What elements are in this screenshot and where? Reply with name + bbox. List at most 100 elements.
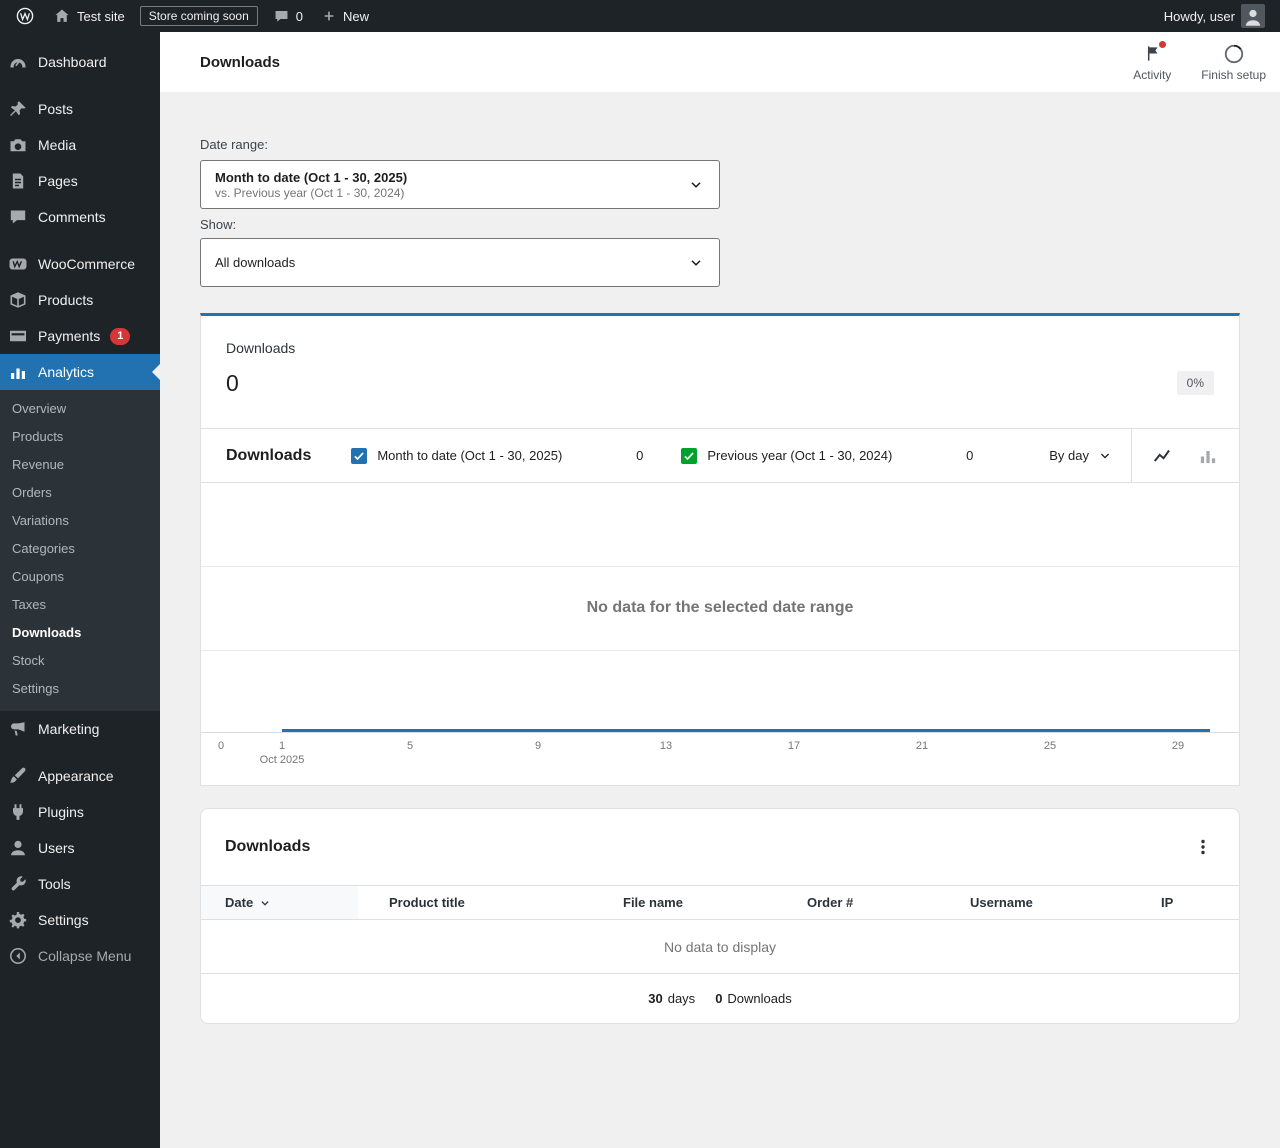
table-title: Downloads — [225, 838, 311, 855]
x-tick: 5 — [406, 740, 414, 752]
finish-setup-button[interactable]: Finish setup — [1201, 43, 1266, 82]
sidebar-item-plugins[interactable]: Plugins — [0, 794, 160, 830]
column-label: Order # — [807, 895, 854, 910]
sidebar-item-label: Dashboard — [38, 54, 107, 70]
sidebar-item-label: Tools — [38, 876, 71, 892]
date-range-select[interactable]: Month to date (Oct 1 - 30, 2025) vs. Pre… — [200, 160, 720, 209]
column-header-date[interactable]: Date — [201, 886, 358, 919]
pin-icon — [8, 99, 28, 119]
howdy-menu[interactable]: Howdy, user — [1155, 0, 1274, 32]
summary-row: 0 0% — [226, 370, 1214, 396]
sidebar-item-comments[interactable]: Comments — [0, 199, 160, 235]
sidebar-item-label: Analytics — [38, 364, 95, 380]
finish-setup-label: Finish setup — [1201, 67, 1266, 82]
site-menu[interactable]: Test site — [44, 0, 134, 32]
howdy-text: Howdy, user — [1163, 8, 1235, 24]
bar-chart-type-button[interactable] — [1194, 442, 1222, 470]
plug-icon — [8, 802, 28, 822]
sidebar-item-marketing[interactable]: Marketing — [0, 711, 160, 747]
page-content: Date range: Month to date (Oct 1 - 30, 2… — [160, 92, 1280, 1024]
menu-separator — [0, 235, 160, 246]
analytics-submenu: Overview Products Revenue Orders Variati… — [0, 390, 160, 711]
delta-badge: 0% — [1176, 371, 1214, 395]
sidebar-item-label: Collapse Menu — [38, 948, 132, 964]
page-title: Downloads — [200, 53, 281, 71]
x-tick: 25 — [1043, 740, 1057, 752]
submenu-item-settings[interactable]: Settings — [0, 675, 160, 703]
new-menu[interactable]: New — [312, 0, 378, 32]
activity-label: Activity — [1133, 67, 1172, 82]
sidebar-item-pages[interactable]: Pages — [0, 163, 160, 199]
x-tick: 9 — [534, 740, 542, 752]
admin-bar-left: Test site Store coming soon 0 New — [0, 0, 378, 32]
store-coming-soon-badge[interactable]: Store coming soon — [139, 6, 258, 26]
summary-tile-downloads[interactable]: Downloads 0 0% — [201, 316, 1239, 429]
column-label: Product title — [389, 895, 465, 910]
legend-item-previous-period[interactable]: Previous year (Oct 1 - 30, 2024) 0 — [681, 447, 981, 464]
box-icon — [8, 290, 28, 310]
comments-menu[interactable]: 0 — [264, 0, 312, 32]
submenu-item-overview[interactable]: Overview — [0, 395, 160, 423]
column-header-ip[interactable]: IP — [1130, 886, 1239, 919]
submenu-item-downloads[interactable]: Downloads — [0, 619, 160, 647]
sidebar-item-settings[interactable]: Settings — [0, 902, 160, 938]
new-label: New — [342, 8, 369, 24]
submenu-item-stock[interactable]: Stock — [0, 647, 160, 675]
summary-label: Downloads — [226, 340, 296, 356]
x-tick: 1 — [278, 740, 286, 752]
submenu-item-categories[interactable]: Categories — [0, 535, 160, 563]
sidebar-item-tools[interactable]: Tools — [0, 866, 160, 902]
submenu-item-coupons[interactable]: Coupons — [0, 563, 160, 591]
submenu-item-products[interactable]: Products — [0, 423, 160, 451]
comments-count: 0 — [295, 8, 303, 24]
sidebar-item-label: Plugins — [38, 804, 84, 820]
sidebar-item-media[interactable]: Media — [0, 127, 160, 163]
menu-separator — [0, 80, 160, 91]
sidebar-item-appearance[interactable]: Appearance — [0, 758, 160, 794]
interval-select[interactable]: By day — [1031, 448, 1131, 464]
show-select[interactable]: All downloads — [200, 238, 720, 287]
legend-item-current-period[interactable]: Month to date (Oct 1 - 30, 2025) 0 — [351, 447, 651, 464]
page-header: Downloads Activity Finish setup — [160, 32, 1280, 92]
days-value: 30 — [648, 991, 663, 1006]
x-tick: 0 — [217, 740, 225, 752]
gear-icon — [8, 910, 28, 930]
setup-progress-icon — [1223, 43, 1245, 65]
sidebar-item-products[interactable]: Products — [0, 282, 160, 318]
sidebar-item-users[interactable]: Users — [0, 830, 160, 866]
wordpress-logo-icon[interactable] — [6, 0, 44, 32]
woocommerce-icon — [8, 254, 28, 274]
chart-title: Downloads — [226, 446, 312, 464]
chart-empty-message: No data for the selected date range — [586, 599, 854, 616]
dashboard-icon — [8, 52, 28, 72]
credit-card-icon — [8, 326, 28, 346]
column-header-order-number[interactable]: Order # — [776, 886, 939, 919]
column-header-username[interactable]: Username — [939, 886, 1130, 919]
chart-header: Downloads Month to date (Oct 1 - 30, 202… — [201, 429, 1239, 483]
chart-x-axis: 0 1 5 9 13 17 21 25 29 Oct 2025 — [201, 733, 1239, 785]
column-header-file-name[interactable]: File name — [592, 886, 776, 919]
sidebar-item-woocommerce[interactable]: WooCommerce — [0, 246, 160, 282]
submenu-item-taxes[interactable]: Taxes — [0, 591, 160, 619]
ellipsis-menu-button[interactable] — [1191, 835, 1215, 859]
x-tick: 13 — [659, 740, 673, 752]
payments-badge: 1 — [110, 327, 131, 345]
submenu-item-variations[interactable]: Variations — [0, 507, 160, 535]
line-chart-type-button[interactable] — [1149, 442, 1177, 470]
sidebar-item-analytics[interactable]: Analytics — [0, 354, 160, 390]
series-line-primary — [282, 729, 1210, 732]
column-header-product-title[interactable]: Product title — [358, 886, 592, 919]
sidebar-item-payments[interactable]: Payments 1 — [0, 318, 160, 354]
downloads-table-card: Downloads Date Product title File name O… — [200, 808, 1240, 1024]
checkbox-checked-icon — [351, 447, 368, 464]
submenu-item-revenue[interactable]: Revenue — [0, 451, 160, 479]
checkbox-checked-icon — [681, 447, 698, 464]
activity-button[interactable]: Activity — [1133, 40, 1172, 82]
sidebar-item-dashboard[interactable]: Dashboard — [0, 44, 160, 80]
sidebar-item-label: Appearance — [38, 768, 114, 784]
sidebar-item-collapse-menu[interactable]: Collapse Menu — [0, 938, 160, 974]
submenu-item-orders[interactable]: Orders — [0, 479, 160, 507]
page-icon — [8, 171, 28, 191]
sidebar-item-posts[interactable]: Posts — [0, 91, 160, 127]
days-label: days — [667, 991, 696, 1006]
